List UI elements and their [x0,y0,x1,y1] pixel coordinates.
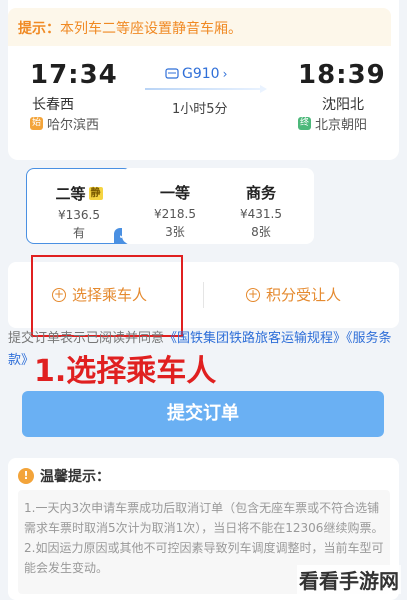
seat-name: 二等 静 [27,183,131,204]
trip-duration: 1小时5分 [172,102,228,117]
seat-option-business-class[interactable]: 商务 ¥431.5 8张 [208,168,314,244]
points-transfer-label: 积分受让人 [266,286,342,304]
train-number-label: G910 [182,66,220,82]
arrive-via: 终 北京朝阳 [298,114,367,133]
arrive-time: 18:39 [298,60,386,90]
notice-label: 提示： [18,21,60,37]
arrive-via-station: 北京朝阳 [315,118,368,133]
seat-name-label: 二等 [55,185,86,203]
submit-order-button[interactable]: 提交订单 [22,391,384,437]
seat-price: ¥431.5 [240,207,282,221]
points-transfer-button[interactable]: + 积分受让人 [246,284,341,305]
notice-message: 本列车二等座设置静音车厢。 [60,21,242,37]
seat-name-label: 商务 [245,184,276,202]
annotation-label: 1.选择乘车人 [34,354,217,389]
train-icon [165,68,179,79]
depart-via-station: 哈尔滨西 [47,118,100,133]
depart-time: 17:34 [30,60,118,90]
quiet-badge: 静 [88,187,103,200]
route-arrow [145,85,267,93]
annotation-highlight-box [31,255,183,337]
rules-link[interactable]: 《国铁集团铁路旅客运输规程》 [164,331,346,346]
chevron-right-icon: › [222,67,228,81]
depart-station: 长春西 [32,97,74,113]
seat-option-second-class[interactable]: 二等 静 ¥136.5 有 ✓ [26,168,132,244]
origin-tag-icon: 始 [30,117,43,130]
divider [203,282,204,308]
seat-name: 商务 [208,182,314,203]
terminal-tag-icon: 终 [298,117,311,130]
notice-text: 提示：本列车二等座设置静音车厢。 [18,18,242,38]
depart-via: 始 哈尔滨西 [30,114,99,133]
seat-price: ¥136.5 [58,208,100,222]
seat-availability: 8张 [251,225,271,239]
info-icon: ! [18,468,34,484]
tips-title: 温馨提示： [40,469,110,485]
seat-name-label: 一等 [159,184,190,202]
agreement-prefix: 提交订单表示已阅读并同意 [8,331,165,346]
arrive-station: 沈阳北 [322,97,364,113]
plus-circle-icon: + [246,286,260,302]
train-number[interactable]: G910 › [165,66,227,82]
tips-header: ! 温馨提示： [18,466,110,486]
watermark-logo: 看看手游网 [297,565,401,594]
tip-item: 1.一天内3次申请车票成功后取消订单（包含无座车票或不符合选铺需求车票时取消5次… [24,501,384,535]
